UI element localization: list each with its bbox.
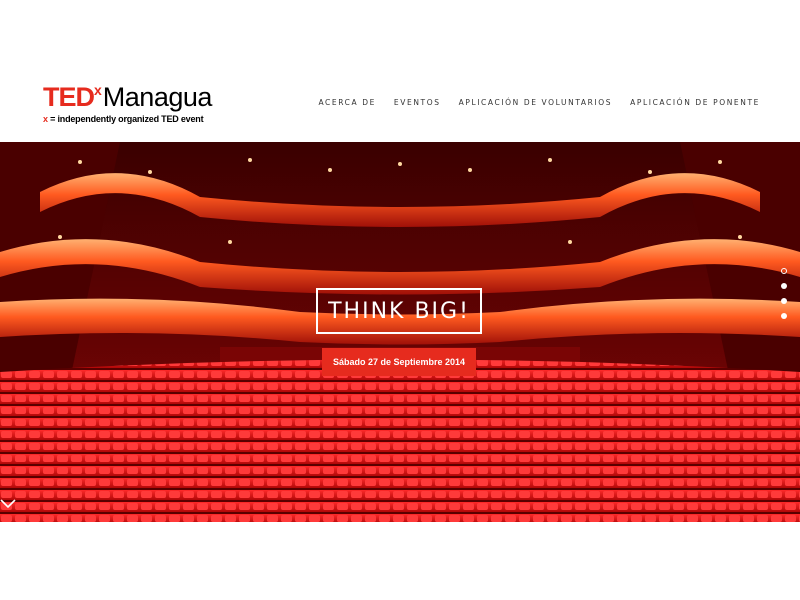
slider-dots — [781, 268, 787, 319]
logo-city: Managua — [102, 82, 213, 112]
main-nav: ACERCA DE EVENTOS APLICACIÓN DE VOLUNTAR… — [318, 98, 760, 107]
slider-dot-3[interactable] — [781, 298, 787, 304]
slider-dot-1[interactable] — [781, 268, 787, 274]
headline-box: THINK BIG! — [316, 288, 482, 334]
hero-headline: THINK BIG! — [328, 298, 470, 324]
site-header: TED x Managua x = independently organize… — [0, 0, 800, 142]
tedx-logo[interactable]: TED x Managua x = independently organize… — [43, 82, 213, 124]
logo-wordmark: TED x Managua — [43, 82, 213, 112]
event-date-badge: Sábado 27 de Septiembre 2014 — [322, 348, 476, 376]
slider-dot-4[interactable] — [781, 313, 787, 319]
slider-dot-2[interactable] — [781, 283, 787, 289]
nav-aplicacion-voluntarios[interactable]: APLICACIÓN DE VOLUNTARIOS — [459, 98, 613, 107]
nav-acerca-de[interactable]: ACERCA DE — [318, 98, 375, 107]
logo-x: x — [94, 82, 102, 98]
logo-ted: TED — [43, 82, 95, 112]
nav-eventos[interactable]: EVENTOS — [394, 98, 441, 107]
logo-tagline-text: = independently organized TED event — [47, 114, 204, 124]
hero-banner: THINK BIG! Sábado 27 de Septiembre 2014 — [0, 142, 800, 522]
chevron-down-icon[interactable] — [0, 497, 16, 509]
nav-aplicacion-ponente[interactable]: APLICACIÓN DE PONENTE — [630, 98, 760, 107]
logo-tagline: x = independently organized TED event — [43, 114, 212, 124]
